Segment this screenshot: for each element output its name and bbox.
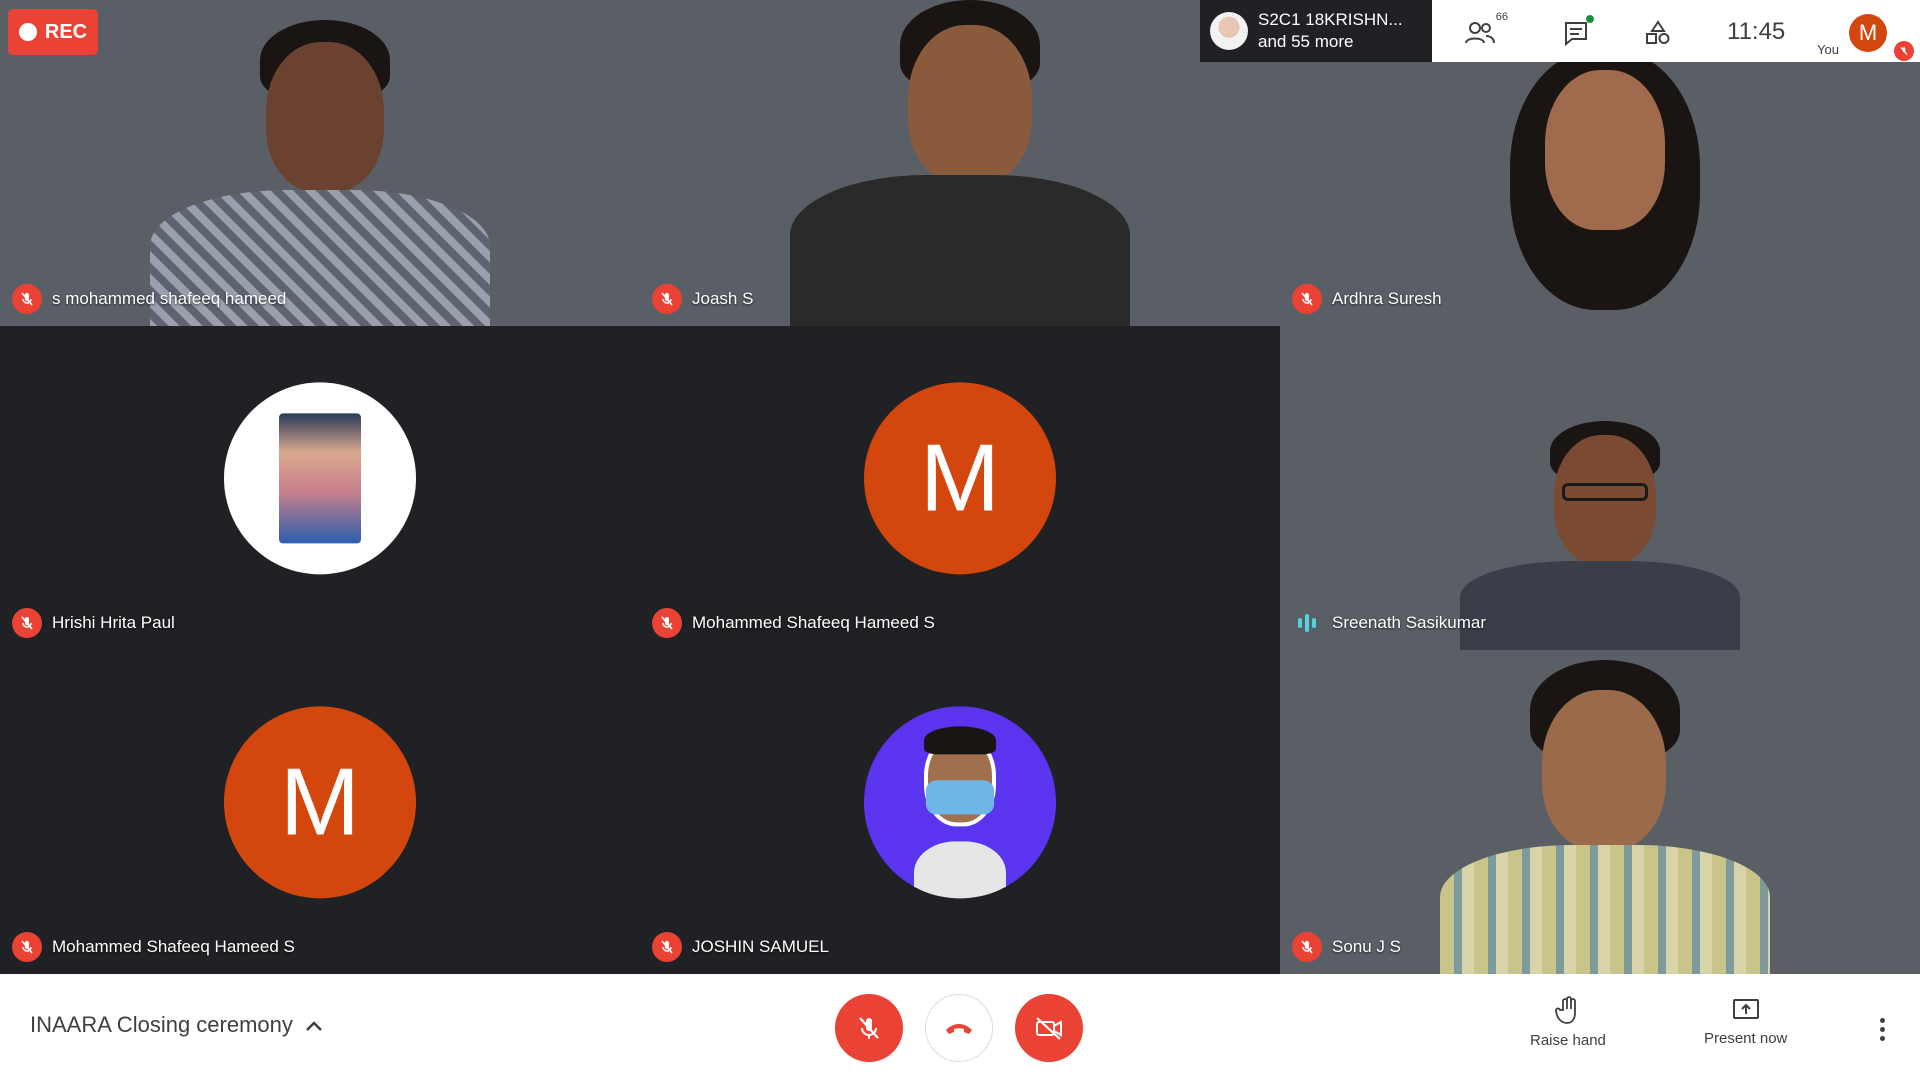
participant-name-row: JOSHIN SAMUEL	[652, 932, 829, 962]
leave-call-button[interactable]	[925, 994, 993, 1062]
unread-dot	[1586, 15, 1594, 23]
participant-name: Mohammed Shafeeq Hameed S	[692, 613, 935, 632]
participants-preview-chip[interactable]: S2C1 18KRISHN... and 55 more	[1200, 0, 1432, 62]
meeting-details-button[interactable]: INAARA Closing ceremony	[30, 1012, 323, 1038]
raise-hand-button[interactable]: Raise hand	[1530, 996, 1606, 1049]
present-now-label: Present now	[1704, 1030, 1788, 1047]
participant-video	[1450, 421, 1750, 650]
hand-icon	[1555, 996, 1576, 1024]
camera-toggle-button[interactable]	[1015, 994, 1083, 1062]
participant-name-row: Hrishi Hrita Paul	[12, 608, 175, 638]
recording-label: REC	[44, 20, 88, 43]
participant-name-row: Sreenath Sasikumar	[1292, 608, 1486, 638]
microphone-toggle-button[interactable]	[835, 994, 903, 1062]
more-options-icon[interactable]	[1870, 1014, 1894, 1044]
participant-name: s mohammed shafeeq hameed	[52, 289, 287, 308]
you-label: You	[1817, 42, 1839, 57]
meeting-app: s mohammed shafeeq hameed Joash S Ardhra…	[0, 0, 1920, 1080]
mic-off-icon	[1292, 932, 1322, 962]
participant-name-row: Sonu J S	[1292, 932, 1401, 962]
presenter-more: and 55 more	[1258, 32, 1354, 51]
participant-tile[interactable]: Sonu J S	[1280, 650, 1920, 974]
participant-video	[140, 20, 500, 326]
participant-tile[interactable]: M Mohammed Shafeeq Hameed S	[640, 326, 1280, 650]
mic-off-icon	[1292, 284, 1322, 314]
mic-off-icon	[652, 608, 682, 638]
clock: 11:45	[1727, 18, 1786, 45]
present-now-button[interactable]: Present now	[1704, 996, 1787, 1047]
participant-name: Joash S	[692, 289, 754, 308]
participant-name-row: s mohammed shafeeq hameed	[12, 284, 286, 314]
mic-off-icon	[12, 932, 42, 962]
participant-name: Sreenath Sasikumar	[1332, 613, 1487, 632]
bottom-control-bar: INAARA Closing ceremony Raise hand Prese…	[0, 974, 1920, 1080]
chat-icon[interactable]	[1560, 15, 1594, 49]
chevron-up-icon	[305, 1012, 323, 1038]
mic-off-icon	[12, 608, 42, 638]
mic-off-icon	[652, 932, 682, 962]
participant-tile[interactable]: M Mohammed Shafeeq Hameed S	[0, 650, 640, 974]
participant-name: Hrishi Hrita Paul	[52, 613, 175, 632]
camera-off-icon	[1036, 1017, 1062, 1040]
participant-tile[interactable]: Joash S	[640, 0, 1280, 326]
presenter-name: S2C1 18KRISHN...	[1258, 10, 1403, 29]
recording-badge: REC	[8, 9, 98, 55]
mic-off-icon	[12, 284, 42, 314]
participant-name: Ardhra Suresh	[1332, 289, 1442, 308]
participants-count: 66	[1495, 11, 1508, 23]
participant-letter-avatar: M	[864, 382, 1056, 575]
participant-name: Mohammed Shafeeq Hameed S	[52, 937, 295, 956]
participant-photo-avatar	[224, 382, 416, 575]
participant-video	[770, 0, 1150, 326]
participant-name-row: Mohammed Shafeeq Hameed S	[652, 608, 935, 638]
participant-name: JOSHIN SAMUEL	[692, 937, 829, 956]
raise-hand-label: Raise hand	[1530, 1032, 1606, 1049]
participant-video	[1420, 50, 1780, 326]
self-mic-off-icon	[1894, 41, 1914, 61]
participant-letter-avatar: M	[224, 706, 416, 899]
participant-name-row: Joash S	[652, 284, 753, 314]
mic-off-icon	[652, 284, 682, 314]
participant-tile[interactable]: Hrishi Hrita Paul	[0, 326, 640, 650]
participant-name-row: Ardhra Suresh	[1292, 284, 1442, 314]
self-avatar[interactable]: M	[1849, 14, 1887, 52]
people-icon[interactable]: 66	[1464, 11, 1508, 49]
activities-icon[interactable]	[1642, 17, 1674, 49]
participant-name-row: Mohammed Shafeeq Hameed S	[12, 932, 295, 962]
participant-video	[1420, 660, 1780, 974]
participant-tile[interactable]: Sreenath Sasikumar	[1280, 326, 1920, 650]
present-screen-icon	[1732, 999, 1759, 1019]
mic-off-icon	[859, 1017, 879, 1039]
top-right-bar: 66 11:45 You M	[1432, 0, 1920, 62]
speaking-indicator-icon	[1292, 608, 1322, 638]
participant-photo-avatar	[864, 706, 1056, 899]
participant-name: Sonu J S	[1332, 937, 1401, 956]
meeting-title: INAARA Closing ceremony	[30, 1012, 293, 1037]
participant-tile[interactable]: JOSHIN SAMUEL	[640, 650, 1280, 974]
hang-up-icon	[946, 1024, 972, 1034]
record-dot-icon	[18, 23, 37, 41]
participant-mini-avatar	[1210, 12, 1248, 50]
